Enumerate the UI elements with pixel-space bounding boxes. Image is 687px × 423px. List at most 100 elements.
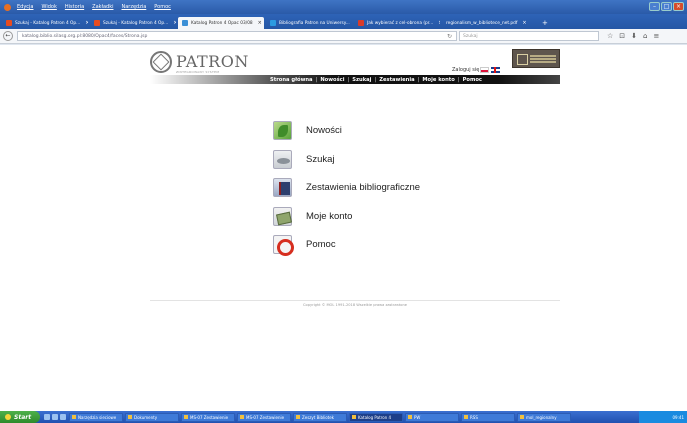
menu-label: Szukaj xyxy=(306,153,335,165)
maximize-button[interactable]: □ xyxy=(661,2,672,11)
windows-orb-icon xyxy=(5,414,11,420)
menu-label: Nowości xyxy=(306,124,342,136)
menu-item-moje-konto[interactable]: Moje konto xyxy=(273,206,493,226)
tab-szukaj-1[interactable]: Szukaj - Katalog Patron 4 Op... × xyxy=(2,17,88,29)
taskbar-item[interactable]: Zeszyt Bibliotek xyxy=(293,412,347,422)
home-icon[interactable]: ⌂ xyxy=(643,32,647,40)
search-placeholder: Szukaj xyxy=(463,33,478,39)
tab-pdf[interactable]: regionalism_w_bibliotece_net.pdf × xyxy=(442,17,536,29)
taskbar-item-active[interactable]: Katalog Patron 4 xyxy=(349,412,403,422)
menu-label: Zestawienia bibliograficzne xyxy=(306,181,421,193)
menu-bookmarks[interactable]: Zakładki xyxy=(92,4,113,10)
close-tab-icon[interactable]: × xyxy=(173,20,176,26)
tab-label: Jak wybierać z cel-obrona (pr... xyxy=(367,20,434,26)
menu-label: Moje konto xyxy=(306,210,353,222)
word-doc-icon xyxy=(296,415,300,419)
nav-moje-konto[interactable]: Moje konto xyxy=(422,77,454,83)
login-link[interactable]: Zaloguj się xyxy=(452,67,479,73)
app-icon xyxy=(72,415,76,419)
taskbar-item[interactable]: PW xyxy=(405,412,459,422)
taskbar: Start Narzędzia sieciowe Dokumenty MS-07… xyxy=(0,411,687,423)
word-doc-icon xyxy=(240,415,244,419)
account-icon xyxy=(273,206,292,226)
app-icon xyxy=(408,415,412,419)
book-icon xyxy=(273,177,292,197)
new-leaf-icon xyxy=(273,120,292,140)
quick-launch-icon[interactable] xyxy=(52,414,58,420)
quick-launch-icon[interactable] xyxy=(60,414,66,420)
clock[interactable]: 09:41 xyxy=(672,415,684,420)
tab-favicon xyxy=(94,20,100,26)
menu-history[interactable]: Historia xyxy=(65,4,84,10)
tab-label: Szukaj - Katalog Patron 4 Op... xyxy=(15,20,81,26)
start-button[interactable]: Start xyxy=(0,411,40,423)
menu-edit[interactable]: Edycja xyxy=(17,4,34,10)
url-bar[interactable]: katalog.biblio.silasg.org.pl:8080/Opac4/… xyxy=(17,31,457,41)
library-logo xyxy=(512,49,560,68)
url-text: katalog.biblio.silasg.org.pl:8080/Opac4/… xyxy=(22,33,148,39)
bookmark-star-icon[interactable]: ☆ xyxy=(607,32,613,40)
tab-favicon xyxy=(182,20,188,26)
top-navigation: Strona główna | Nowości | Szukaj | Zesta… xyxy=(150,75,560,84)
tab-bar: Szukaj - Katalog Patron 4 Op... × Szukaj… xyxy=(0,14,687,29)
english-flag-icon[interactable] xyxy=(491,67,500,73)
patron-logo-icon xyxy=(150,51,172,73)
menu-item-zestawienia[interactable]: Zestawienia bibliograficzne xyxy=(273,177,493,197)
close-button[interactable]: × xyxy=(673,2,684,11)
tab-jak-wybierac[interactable]: Jak wybierać z cel-obrona (pr... × xyxy=(354,17,440,29)
menu-tools[interactable]: Narzędzia xyxy=(121,4,146,10)
close-tab-icon[interactable]: × xyxy=(85,20,88,26)
tab-favicon xyxy=(270,20,276,26)
library-icon[interactable]: ⊡ xyxy=(619,32,625,40)
folder-icon xyxy=(520,415,524,419)
logo-text: PATRON xyxy=(176,52,249,71)
taskbar-item[interactable]: Dokumenty xyxy=(125,412,179,422)
tab-label: Katalog Patron 4 Opac 03/08 xyxy=(191,20,253,26)
menu-help[interactable]: Pomoc xyxy=(154,4,171,10)
menu-label: Pomoc xyxy=(306,238,336,250)
taskbar-item[interactable]: RSS xyxy=(461,412,515,422)
taskbar-item[interactable]: Narzędzia sieciowe xyxy=(69,412,123,422)
firefox-icon xyxy=(4,3,11,11)
nav-zestawienia[interactable]: Zestawienia xyxy=(379,77,414,83)
tab-bibliografia[interactable]: Bibliografia Patron na Uniwersy... × xyxy=(266,17,352,29)
window-controls: – □ × xyxy=(649,2,684,11)
taskbar-item[interactable]: MS-07 Zestawienie xyxy=(237,412,291,422)
close-tab-icon[interactable]: × xyxy=(438,20,440,26)
footer-divider xyxy=(150,300,560,301)
close-tab-icon[interactable]: × xyxy=(522,20,526,26)
folder-icon xyxy=(128,415,132,419)
nav-nowosci[interactable]: Nowości xyxy=(320,77,344,83)
nav-pomoc[interactable]: Pomoc xyxy=(463,77,482,83)
tab-szukaj-2[interactable]: Szukaj - Katalog Patron 4 Op... × xyxy=(90,17,176,29)
back-button[interactable]: ← xyxy=(3,31,13,41)
menu-item-nowosci[interactable]: Nowości xyxy=(273,120,493,140)
download-icon[interactable]: ⬇ xyxy=(631,32,637,40)
taskbar-item[interactable]: MS-07 Zestawienie xyxy=(181,412,235,422)
minimize-button[interactable]: – xyxy=(649,2,660,11)
tab-favicon xyxy=(358,20,364,26)
menu-item-pomoc[interactable]: Pomoc xyxy=(273,234,493,256)
nav-szukaj[interactable]: Szukaj xyxy=(352,77,371,83)
polish-flag-icon[interactable] xyxy=(480,67,489,73)
menu-bar: Edycja Widok Historia Zakładki Narzędzia… xyxy=(0,0,687,14)
quick-launch-icon[interactable] xyxy=(44,414,50,420)
tab-katalog-active[interactable]: Katalog Patron 4 Opac 03/08 × xyxy=(178,17,264,29)
menu-icon[interactable]: ≡ xyxy=(653,32,659,40)
page-content: PATRON ZINTEGROWANY SYSTEM Zaloguj się S… xyxy=(0,45,687,411)
app-icon xyxy=(464,415,468,419)
navigation-bar: ← katalog.biblio.silasg.org.pl:8080/Opac… xyxy=(0,29,687,44)
reload-icon[interactable]: ↻ xyxy=(447,33,452,40)
nav-strona-glowna[interactable]: Strona główna xyxy=(270,77,313,83)
new-tab-button[interactable]: + xyxy=(538,17,552,29)
system-tray: 09:41 xyxy=(639,411,687,423)
menu-view[interactable]: Widok xyxy=(42,4,57,10)
menu-item-szukaj[interactable]: Szukaj xyxy=(273,149,493,169)
tab-label: regionalism_w_bibliotece_net.pdf xyxy=(446,20,518,26)
search-icon xyxy=(273,149,292,169)
tab-label: Bibliografia Patron na Uniwersy... xyxy=(279,20,350,26)
tab-label: Szukaj - Katalog Patron 4 Op... xyxy=(103,20,169,26)
search-input[interactable]: Szukaj xyxy=(459,31,599,41)
close-tab-icon[interactable]: × xyxy=(258,20,262,26)
taskbar-item[interactable]: mol_regionalny xyxy=(517,412,571,422)
